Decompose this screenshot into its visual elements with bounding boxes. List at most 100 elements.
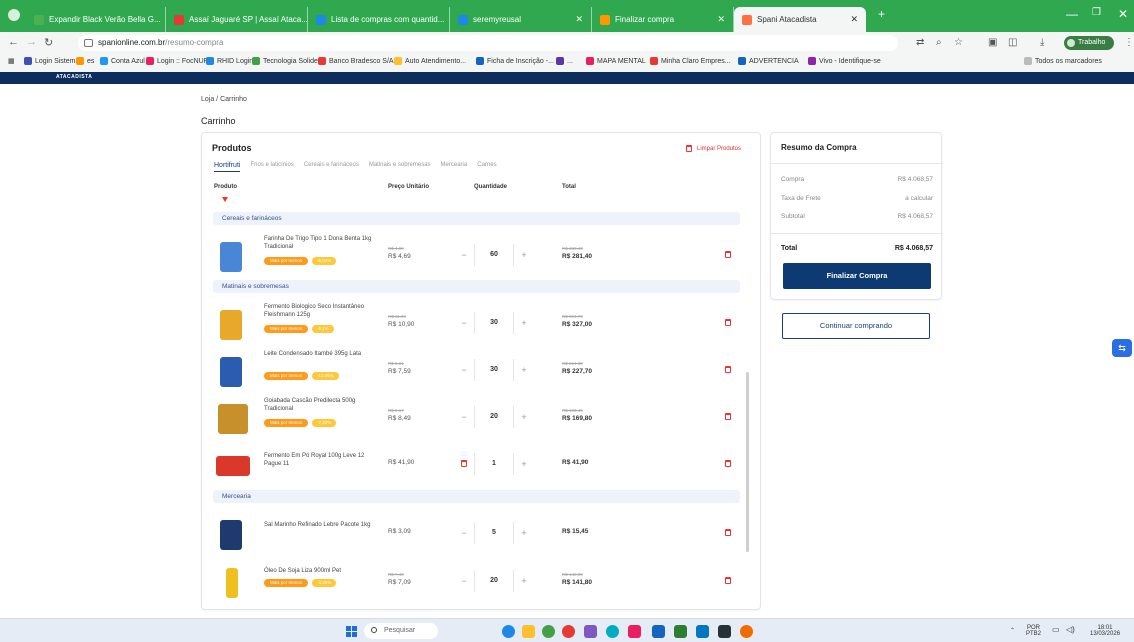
quantity-value[interactable]: 60: [474, 244, 514, 266]
zoom-icon[interactable]: ⌕: [936, 37, 942, 48]
product-name[interactable]: Fermento Biologico Seco Instantâneo Flei…: [264, 304, 374, 319]
remove-item-icon[interactable]: [725, 577, 731, 584]
close-window-icon[interactable]: ✕: [1118, 7, 1128, 21]
product-image[interactable]: [220, 310, 242, 340]
all-bookmarks[interactable]: Todos os marcadores: [1024, 57, 1102, 65]
product-name[interactable]: Leite Condensado Itambé 395g Lata: [264, 351, 374, 359]
word-icon[interactable]: [652, 625, 665, 638]
increase-button[interactable]: +: [514, 576, 534, 586]
quantity-value[interactable]: 20: [474, 570, 514, 592]
volume-icon[interactable]: ◁): [1066, 626, 1075, 634]
breadcrumb[interactable]: Loja / Carrinho: [201, 96, 247, 103]
translate-icon[interactable]: ⇄: [916, 37, 924, 48]
bookmark-10[interactable]: ...: [556, 57, 573, 65]
continue-shopping-button[interactable]: Continuar comprando: [782, 313, 930, 339]
product-image[interactable]: [216, 456, 250, 476]
product-name[interactable]: Sal Marinho Refinado Lebre Pacote 1kg: [264, 522, 374, 530]
clear-products-button[interactable]: Limpar Produtos: [686, 145, 741, 152]
file-explorer-icon[interactable]: [522, 625, 535, 638]
tab-frios[interactable]: Frios e laticínios: [250, 162, 293, 172]
taskbar-app-icon[interactable]: [740, 625, 753, 638]
bookmark-3[interactable]: Conta Azul: [100, 57, 145, 65]
decrease-button[interactable]: −: [454, 318, 474, 328]
bookmark-6[interactable]: Tecnologia Solides: [252, 57, 321, 65]
tab-cereais[interactable]: Cereais e farináceos: [304, 162, 359, 172]
decrease-button[interactable]: −: [454, 576, 474, 586]
decrease-button[interactable]: −: [454, 528, 474, 538]
product-image[interactable]: [220, 242, 242, 272]
bookmark-12[interactable]: Minha Claro Empres...: [650, 57, 731, 65]
outlook-icon[interactable]: [696, 625, 709, 638]
tab-carnes[interactable]: Carnes: [477, 162, 496, 172]
remove-item-icon[interactable]: [725, 413, 731, 420]
bookmark-5[interactable]: RHID Login: [206, 57, 253, 65]
increase-button[interactable]: +: [514, 365, 534, 375]
minimize-icon[interactable]: —: [1066, 7, 1078, 21]
taskbar-app-icon[interactable]: [628, 625, 641, 638]
product-image[interactable]: [220, 357, 242, 387]
browser-tab-6-active[interactable]: Spani Atacadista ✕: [734, 7, 866, 32]
bookmark-8[interactable]: Auto Atendimento...: [394, 57, 466, 65]
bookmark-7[interactable]: Banco Bradesco S/A: [318, 57, 394, 65]
remove-item-icon[interactable]: [725, 529, 731, 536]
decrease-button[interactable]: −: [454, 365, 474, 375]
restore-icon[interactable]: ❐: [1092, 7, 1101, 18]
tab-hortifruti[interactable]: Hortifruti: [214, 162, 241, 172]
browser-tab-5[interactable]: Finalizar compra ✕: [592, 7, 734, 32]
quantity-value[interactable]: 30: [474, 312, 514, 334]
browser-tab-3[interactable]: Lista de compras com quantid...✕: [308, 7, 450, 32]
bookmark-2[interactable]: es: [76, 57, 94, 65]
bookmark-13[interactable]: ADVERTENCIA: [738, 57, 799, 65]
browser-tab-4[interactable]: seremyreusal ✕: [450, 7, 592, 32]
edge-icon[interactable]: [606, 625, 619, 638]
product-image[interactable]: [218, 404, 248, 434]
increase-button[interactable]: +: [514, 412, 534, 422]
forward-icon[interactable]: →: [26, 36, 37, 48]
tab-mercearia[interactable]: Mercearia: [441, 162, 468, 172]
close-tab-icon[interactable]: ✕: [844, 14, 858, 25]
product-name[interactable]: Óleo De Soja Liza 900ml Pet: [264, 568, 374, 576]
quantity-value[interactable]: 20: [474, 406, 514, 428]
browser-tab-2[interactable]: Assaí Jaguaré SP | Assaí Ataca...✕: [166, 7, 308, 32]
taskbar-search[interactable]: Pesquisar: [364, 623, 438, 639]
increase-button[interactable]: +: [514, 318, 534, 328]
excel-icon[interactable]: [674, 625, 687, 638]
browser-tab-1[interactable]: Expandir Black Verão Bella G...✕: [26, 7, 166, 32]
quantity-value[interactable]: 30: [474, 359, 514, 381]
more-menu-icon[interactable]: ⋮: [1124, 37, 1134, 48]
increase-button[interactable]: +: [514, 528, 534, 538]
new-tab-icon[interactable]: +: [878, 7, 885, 21]
bookmark-9[interactable]: Ficha de Inscrição -...: [476, 57, 554, 65]
product-image[interactable]: [220, 520, 242, 550]
bookmark-14[interactable]: Vivo - Identifique-se: [808, 57, 881, 65]
remove-item-icon[interactable]: [725, 251, 731, 258]
remove-item-icon[interactable]: [725, 366, 731, 373]
product-image[interactable]: [226, 568, 238, 598]
product-name[interactable]: Goiabada Cascão Predilecta 500g Tradicio…: [264, 398, 374, 413]
windows-start-icon[interactable]: [346, 626, 357, 637]
taskbar-app-icon[interactable]: [502, 625, 515, 638]
increase-button[interactable]: +: [514, 250, 534, 260]
browser-menu-icon[interactable]: [8, 9, 20, 21]
remove-quantity-button[interactable]: [454, 459, 474, 469]
bookmark-4[interactable]: Login :: FocNUP: [146, 57, 208, 65]
extension-icon[interactable]: ▣: [988, 37, 997, 48]
quantity-value[interactable]: 1: [474, 453, 514, 475]
profile-button[interactable]: Trabalho: [1064, 36, 1114, 50]
decrease-button[interactable]: −: [454, 250, 474, 260]
bookmark-1[interactable]: Login Sistema: [24, 57, 79, 65]
puzzle-icon[interactable]: ◫: [1008, 37, 1017, 48]
close-tab-icon[interactable]: ✕: [569, 14, 583, 25]
remove-item-icon[interactable]: [725, 460, 731, 467]
network-icon[interactable]: ▭: [1052, 626, 1060, 634]
increase-button[interactable]: +: [514, 459, 534, 469]
download-icon[interactable]: ⤓: [1040, 37, 1044, 48]
apps-grid-icon[interactable]: ▦: [8, 57, 15, 65]
product-name[interactable]: Fermento Em Pó Royal 100g Leve 12 Pague …: [264, 453, 374, 468]
reload-icon[interactable]: ↻: [44, 36, 53, 49]
taskbar-app-icon[interactable]: [562, 625, 575, 638]
product-name[interactable]: Farinha De Trigo Tipo 1 Dona Benta 1kg T…: [264, 236, 374, 251]
close-tab-icon[interactable]: ✕: [711, 14, 725, 25]
site-info-icon[interactable]: [84, 39, 93, 47]
quantity-value[interactable]: 5: [474, 522, 514, 544]
